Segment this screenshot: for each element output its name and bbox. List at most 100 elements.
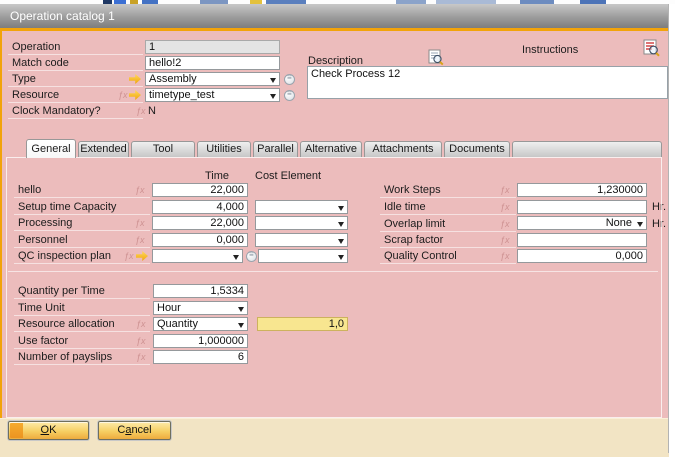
processing-time-field[interactable]: 22,000 bbox=[152, 216, 248, 230]
dropdown-arrow-icon bbox=[338, 255, 344, 260]
match-code-label: Match code bbox=[8, 57, 143, 71]
ok-button[interactable]: OK bbox=[8, 421, 89, 440]
time-unit-select[interactable]: Hour bbox=[153, 301, 248, 315]
formula-icon bbox=[500, 219, 510, 229]
section-separator bbox=[8, 271, 658, 272]
window-title: Operation catalog 1 bbox=[10, 9, 115, 23]
choose-from-list-icon[interactable] bbox=[284, 90, 295, 101]
type-label: Type bbox=[8, 73, 143, 87]
type-select-value: Assembly bbox=[149, 73, 197, 85]
resource-select-value: timetype_test bbox=[149, 89, 214, 101]
qc-inspection-plan-select[interactable] bbox=[152, 249, 243, 263]
resource-allocation-value: Quantity bbox=[157, 318, 198, 330]
operation-label: Operation bbox=[8, 41, 143, 55]
personnel-label: Personnel bbox=[14, 234, 150, 248]
idle-time-unit: Hr. bbox=[652, 201, 666, 215]
work-steps-label: Work Steps bbox=[380, 184, 516, 198]
formula-icon bbox=[135, 218, 145, 228]
match-code-input[interactable]: hello!2 bbox=[145, 56, 280, 70]
dropdown-arrow-icon bbox=[270, 94, 276, 99]
instructions-label: Instructions bbox=[522, 44, 578, 58]
tab-documents[interactable]: Documents bbox=[444, 141, 510, 157]
cancel-button[interactable]: Cancel bbox=[98, 421, 171, 440]
cost-element-column-header: Cost Element bbox=[255, 170, 321, 182]
time-unit-label: Time Unit bbox=[14, 302, 150, 316]
formula-icon bbox=[135, 185, 145, 195]
type-select[interactable]: Assembly bbox=[145, 72, 280, 86]
dropdown-arrow-icon bbox=[238, 307, 244, 312]
resource-select[interactable]: timetype_test bbox=[145, 88, 280, 102]
tab-utilities[interactable]: Utilities bbox=[197, 141, 251, 157]
formula-icon bbox=[136, 106, 146, 116]
default-button-accent bbox=[10, 423, 23, 438]
dropdown-arrow-icon bbox=[338, 206, 344, 211]
clock-mandatory-value: N bbox=[148, 105, 188, 119]
formula-icon bbox=[500, 185, 510, 195]
dropdown-arrow-icon bbox=[338, 222, 344, 227]
formula-icon bbox=[118, 90, 128, 100]
tab-parallel[interactable]: Parallel bbox=[253, 141, 298, 157]
hello-label: hello bbox=[14, 184, 150, 198]
use-factor-label: Use factor bbox=[14, 335, 150, 349]
number-of-payslips-field[interactable]: 6 bbox=[153, 350, 248, 364]
processing-label: Processing bbox=[14, 217, 150, 231]
use-factor-field[interactable]: 1,000000 bbox=[153, 334, 248, 348]
formula-icon bbox=[500, 235, 510, 245]
dropdown-arrow-icon bbox=[637, 222, 643, 227]
resource-allocation-quantity-field[interactable]: 1,0 bbox=[257, 317, 348, 331]
formula-icon bbox=[136, 319, 146, 329]
operation-catalog-window: Operation catalog 1 Operation 1 Match co… bbox=[0, 0, 675, 457]
quality-control-label: Quality Control bbox=[380, 250, 516, 264]
tab-extended[interactable]: Extended bbox=[78, 141, 129, 157]
dropdown-arrow-icon bbox=[270, 78, 276, 83]
setup-time-capacity-label: Setup time Capacity bbox=[14, 201, 150, 215]
window-right-border bbox=[668, 4, 669, 453]
formula-icon bbox=[500, 251, 510, 261]
dropdown-arrow-icon bbox=[238, 323, 244, 328]
tab-alternative[interactable]: Alternative bbox=[300, 141, 362, 157]
scrap-factor-field[interactable] bbox=[517, 233, 647, 247]
quality-control-field[interactable]: 0,000 bbox=[517, 249, 647, 263]
work-steps-field[interactable]: 1,230000 bbox=[517, 183, 647, 197]
text-editor-icon[interactable] bbox=[428, 49, 444, 66]
formula-icon bbox=[135, 235, 145, 245]
instructions-editor-icon[interactable] bbox=[643, 39, 660, 57]
overlap-limit-select[interactable]: None bbox=[517, 216, 647, 230]
formula-icon bbox=[500, 202, 510, 212]
number-of-payslips-label: Number of payslips bbox=[14, 351, 150, 365]
dropdown-arrow-icon bbox=[338, 239, 344, 244]
setup-time-field[interactable]: 4,000 bbox=[152, 200, 248, 214]
description-textarea[interactable]: Check Process 12 bbox=[307, 66, 668, 99]
overlap-limit-unit: Hr. bbox=[652, 218, 666, 232]
resource-allocation-select[interactable]: Quantity bbox=[153, 317, 248, 331]
processing-cost-element-select[interactable] bbox=[255, 216, 348, 230]
quantity-per-time-label: Quantity per Time bbox=[14, 285, 150, 299]
overlap-limit-label: Overlap limit bbox=[380, 218, 516, 232]
choose-from-list-icon[interactable] bbox=[284, 74, 295, 85]
idle-time-label: Idle time bbox=[380, 201, 516, 215]
formula-icon bbox=[136, 352, 146, 362]
time-unit-value: Hour bbox=[157, 302, 181, 314]
window-title-bar[interactable]: Operation catalog 1 bbox=[0, 4, 669, 28]
personnel-cost-element-select[interactable] bbox=[255, 233, 348, 247]
overlap-limit-value: None bbox=[521, 217, 632, 229]
setup-cost-element-select[interactable] bbox=[255, 200, 348, 214]
tab-general[interactable]: General bbox=[26, 139, 76, 158]
scrap-factor-label: Scrap factor bbox=[380, 234, 516, 248]
choose-from-list-icon[interactable] bbox=[246, 251, 257, 262]
dropdown-arrow-icon bbox=[233, 255, 239, 260]
quantity-per-time-field[interactable]: 1,5334 bbox=[153, 284, 248, 298]
hello-time-field[interactable]: 22,000 bbox=[152, 183, 248, 197]
time-column-header: Time bbox=[205, 170, 229, 182]
formula-icon bbox=[124, 251, 134, 261]
qc-cost-element-select[interactable] bbox=[258, 249, 348, 263]
operation-field: 1 bbox=[145, 40, 280, 54]
tab-tool[interactable]: Tool bbox=[131, 141, 195, 157]
tab-strip-filler bbox=[512, 141, 662, 157]
clock-mandatory-label: Clock Mandatory? bbox=[8, 105, 143, 119]
personnel-time-field[interactable]: 0,000 bbox=[152, 233, 248, 247]
tab-attachments[interactable]: Attachments bbox=[364, 141, 442, 157]
formula-icon bbox=[136, 336, 146, 346]
idle-time-field[interactable] bbox=[517, 200, 647, 214]
resource-allocation-label: Resource allocation bbox=[14, 318, 150, 332]
